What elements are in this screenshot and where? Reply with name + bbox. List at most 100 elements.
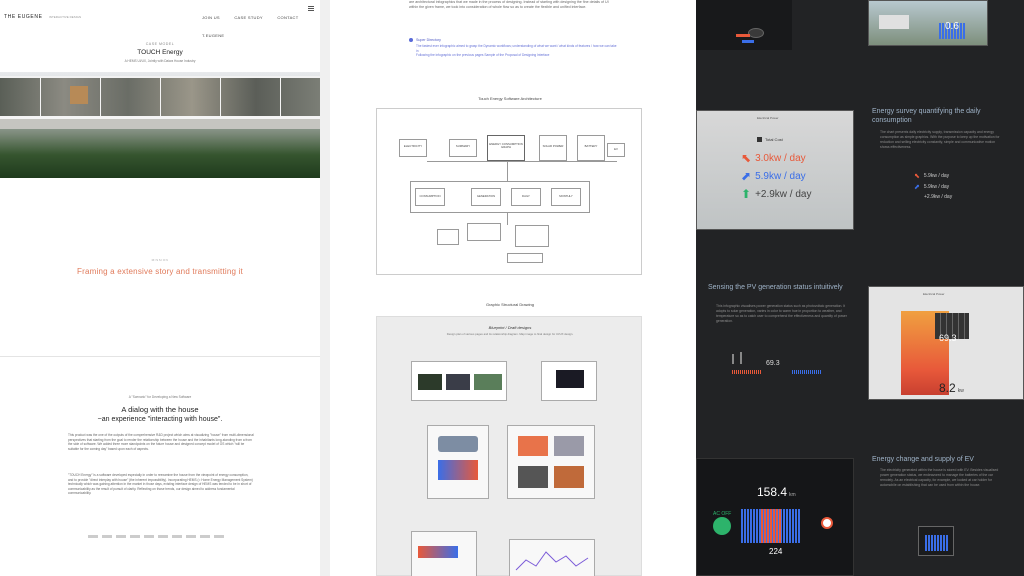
diagram-node: BATTERY bbox=[577, 135, 605, 161]
pv-kw-unit: kw bbox=[957, 388, 964, 394]
panel-title-2: Electrical Power bbox=[923, 292, 945, 296]
diagram-node bbox=[515, 225, 549, 247]
ac-off-button[interactable] bbox=[713, 517, 731, 535]
top-value: 0.6 bbox=[945, 21, 959, 32]
nav-contact[interactable]: CONTACT bbox=[277, 15, 298, 20]
screen-thumb bbox=[411, 531, 477, 576]
dialog-paragraph-1: This product was the one of the outputs … bbox=[68, 433, 254, 451]
ev-range-value: 158.4 bbox=[757, 485, 788, 499]
diagram-node: ELECTRICITY bbox=[399, 139, 427, 157]
ev-text: The electricity generated within the hou… bbox=[880, 468, 999, 487]
buy-value: 3.0kw / day bbox=[755, 152, 806, 164]
gutter bbox=[320, 0, 330, 576]
mission-section: MISSION Framing a extensive story and tr… bbox=[0, 258, 320, 276]
mission-kicker: MISSION bbox=[151, 258, 169, 262]
house-screen: 0.6 bbox=[868, 0, 988, 46]
screen-thumb bbox=[411, 361, 507, 401]
panel-title: Electrical Power bbox=[757, 116, 779, 120]
super-directory-text-2: Following the infographic on the previou… bbox=[416, 53, 550, 58]
divider bbox=[88, 535, 228, 538]
diagram-node: SOLAR POWER bbox=[539, 135, 567, 161]
super-directory-title: Super Directory bbox=[416, 38, 441, 42]
structural-drawing: Blueprint / Draft designs Design plan of… bbox=[376, 316, 642, 576]
legend-buy: 5.9kw / day bbox=[923, 173, 950, 179]
sell-row: ⬈ 5.9kw / day bbox=[741, 169, 806, 183]
arrow-up-left-icon: ⬉ bbox=[741, 151, 752, 165]
super-directory-text-1: The fastest ever infographic aimed to gr… bbox=[416, 44, 617, 53]
screen-thumb bbox=[509, 539, 595, 576]
diagram-node bbox=[467, 223, 501, 241]
hero-house-photo bbox=[0, 72, 320, 178]
hero-title: TOUCH Energy bbox=[137, 49, 183, 56]
pv-kw-row: 8.2 kw bbox=[939, 381, 964, 395]
dialog-section: A "Scenario" for Developing a New Softwa… bbox=[0, 356, 320, 576]
mission-tagline: Framing a extensive story and transmitti… bbox=[77, 267, 243, 276]
pv-heading: Sensing the PV generation status intuiti… bbox=[708, 284, 843, 291]
struct-title: Graphic Structural Drawing bbox=[485, 302, 535, 307]
nav-case[interactable]: CASE STUDY bbox=[234, 15, 263, 20]
diagram-node: SUMMARY bbox=[449, 139, 477, 157]
pv-mini-value: 69.3 bbox=[766, 360, 780, 367]
super-directory-block: Super Directory The fastest ever infogra… bbox=[409, 38, 617, 58]
hero-heading: CASE MODEL TOUCH Energy A HEMS UI/UX, Jo… bbox=[0, 42, 320, 63]
hamburger-icon[interactable] bbox=[308, 6, 314, 11]
legend-block: ⬉ 5.9kw / day ⬈ 5.9kw / day +2.9kw / day bbox=[914, 172, 1004, 200]
pv-temp-value: 69.3 bbox=[939, 333, 957, 343]
page-root: THE EUGENE INTERACTIVE DESIGN JOIN US CA… bbox=[0, 0, 1024, 576]
architecture-diagram: ELECTRICITY SUMMARY ENERGY CONSUMPTION G… bbox=[376, 108, 642, 275]
buy-row: ⬉ 3.0kw / day bbox=[741, 151, 806, 165]
legend-sell: 5.9kw / day bbox=[923, 184, 950, 190]
total-cost-label: Total Cost bbox=[765, 137, 783, 142]
architecture-title: Touch Energy Software Architecture bbox=[478, 96, 542, 101]
logo-sub: INTERACTIVE DESIGN bbox=[48, 15, 82, 19]
mini-line-chart bbox=[515, 551, 589, 571]
diagram-node: CONSUMPTION bbox=[415, 188, 445, 206]
arrow-up-icon: ⬆ bbox=[741, 187, 752, 201]
total-cost-row: Total Cost bbox=[757, 137, 783, 142]
ev-supply-screen: 158.4 km AC OFF 224 bbox=[696, 458, 854, 576]
dialog-title: A dialog with the house bbox=[121, 405, 199, 414]
charge-bars bbox=[761, 509, 781, 543]
screen-thumb bbox=[541, 361, 597, 401]
diagram-node: ENERGY CONSUMPTION GRAPH bbox=[487, 135, 525, 161]
pv-status-screen: Electrical Power 69.3 8.2 kw bbox=[868, 286, 1024, 400]
ac-off-label: AC OFF bbox=[713, 511, 732, 517]
pv-text: This infographic visualises power genera… bbox=[716, 304, 847, 323]
blueprint-title: Blueprint / Draft designs bbox=[488, 325, 532, 330]
net-value: +2.9kw / day bbox=[755, 188, 812, 200]
diagram-node: GENERATION bbox=[471, 188, 501, 206]
red-arrow-icon: ⬉ bbox=[914, 173, 920, 180]
ui-showcase-panel: 0.6 Electrical Power Total Cost ⬉ 3.0kw … bbox=[696, 0, 1024, 576]
ev-mini-screen bbox=[696, 0, 792, 50]
diagram-node bbox=[437, 229, 459, 245]
hero-subtitle: A HEMS UI/UX, Jointly with Daiwa House I… bbox=[124, 59, 196, 63]
plug-icon bbox=[821, 517, 833, 529]
sell-value: 5.9kw / day bbox=[755, 170, 806, 182]
pv-mini-chart: 69.3 bbox=[732, 352, 832, 374]
net-row: ⬆ +2.9kw / day bbox=[741, 187, 811, 201]
screen-thumb bbox=[507, 425, 595, 499]
energy-survey-screen: Electrical Power Total Cost ⬉ 3.0kw / da… bbox=[696, 110, 854, 230]
dialog-paragraph-2: "TOUCH Energy" is a software developed e… bbox=[68, 473, 253, 496]
ev-charge-value: 224 bbox=[769, 547, 783, 556]
top-nav: JOIN US CASE STUDY CONTACT T.EUGENE bbox=[192, 6, 320, 42]
screen-thumb bbox=[427, 425, 489, 499]
nav-eugene[interactable]: T.EUGENE bbox=[202, 33, 224, 38]
logo-text: THE EUGENE bbox=[4, 14, 43, 20]
blue-arrow-icon: ⬈ bbox=[914, 184, 920, 191]
diagram-node bbox=[507, 253, 543, 263]
blueprint-subtitle: Design plan of various pages and its rel… bbox=[446, 332, 574, 336]
energy-survey-text: The chart presents daily electricity sup… bbox=[880, 130, 1000, 149]
nav-join[interactable]: JOIN US bbox=[202, 15, 220, 20]
ev-heading: Energy change and supply of EV bbox=[872, 456, 974, 463]
ev-mini-widget bbox=[918, 526, 954, 556]
house-icon bbox=[757, 137, 762, 142]
pv-kw-value: 8.2 bbox=[939, 381, 956, 395]
diagram-group: CONSUMPTION GENERATION DAILY MONTHLY bbox=[410, 181, 590, 213]
diagram-node: MONTHLY bbox=[551, 188, 581, 206]
dialog-title-2: ~an experience "interacting with house". bbox=[97, 416, 223, 423]
hero-kicker: CASE MODEL bbox=[145, 42, 175, 46]
diagram-node: DAILY bbox=[511, 188, 541, 206]
legend-net: +2.9kw / day bbox=[924, 194, 953, 200]
logo[interactable]: THE EUGENE INTERACTIVE DESIGN bbox=[4, 5, 81, 23]
